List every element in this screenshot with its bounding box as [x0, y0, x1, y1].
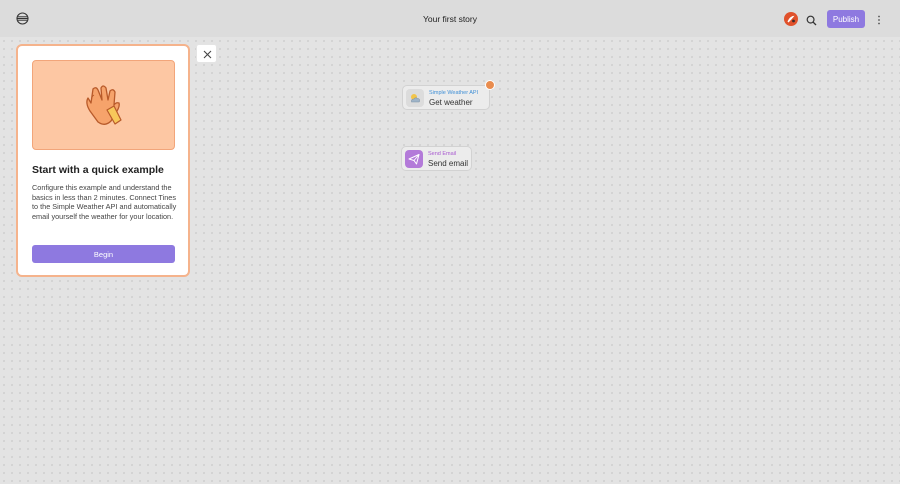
action-node-send-email[interactable]: Send Email Send email: [401, 146, 472, 171]
search-icon[interactable]: [806, 13, 817, 26]
send-icon: [405, 150, 423, 168]
avatar[interactable]: [784, 12, 798, 26]
begin-button[interactable]: Begin: [32, 245, 175, 263]
weather-icon: [406, 89, 424, 107]
publish-button[interactable]: Publish: [827, 10, 865, 28]
onboarding-hero-image: [32, 60, 175, 150]
top-bar: Your first story Publish: [0, 0, 900, 37]
node-status-badge: [485, 80, 495, 90]
close-icon: [203, 50, 212, 59]
close-panel-button[interactable]: [196, 44, 217, 63]
story-title[interactable]: Your first story: [0, 14, 900, 24]
node-type-label: Send Email: [428, 151, 457, 157]
onboarding-panel: Start with a quick example Configure thi…: [16, 44, 190, 277]
action-node-get-weather[interactable]: Simple Weather API Get weather: [402, 80, 495, 110]
more-options-icon[interactable]: [876, 13, 882, 25]
onboarding-description: Configure this example and understand th…: [32, 183, 177, 221]
node-name: Send email: [428, 159, 469, 168]
waving-hand-icon: [86, 85, 122, 125]
node-type-label: Simple Weather API: [429, 90, 479, 96]
node-name: Get weather: [429, 98, 473, 107]
onboarding-title: Start with a quick example: [32, 164, 164, 176]
